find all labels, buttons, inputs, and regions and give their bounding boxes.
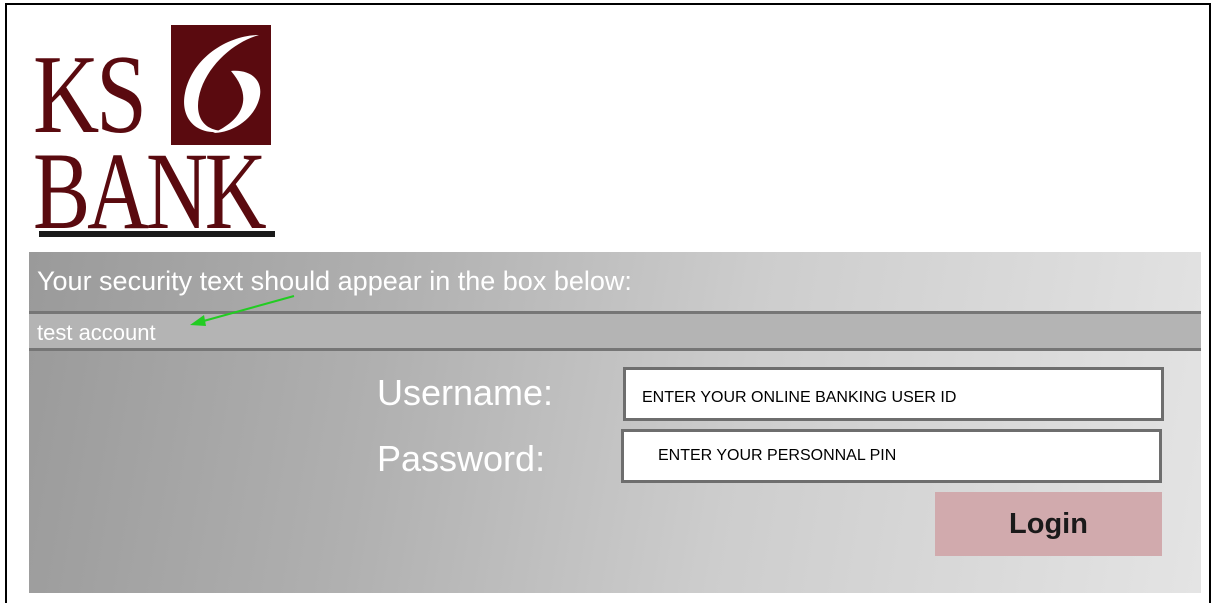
username-input[interactable] [623, 367, 1164, 421]
security-text-value: test account [37, 320, 156, 345]
username-label: Username: [377, 372, 554, 413]
login-panel: Your security text should appear in the … [29, 252, 1201, 593]
logo-text-bank: BANK [33, 130, 267, 252]
password-label: Password: [377, 438, 546, 479]
green-arrow-icon [190, 295, 295, 326]
ks-bank-logo: KS BANK [31, 19, 277, 246]
security-text-heading: Your security text should appear in the … [37, 266, 632, 296]
logo-crescent-mark [171, 25, 271, 145]
login-button[interactable]: Login [935, 492, 1162, 556]
logo-underline [39, 231, 275, 237]
page-frame: KS BANK Your security text should appear… [5, 3, 1211, 603]
password-input[interactable] [621, 429, 1162, 483]
